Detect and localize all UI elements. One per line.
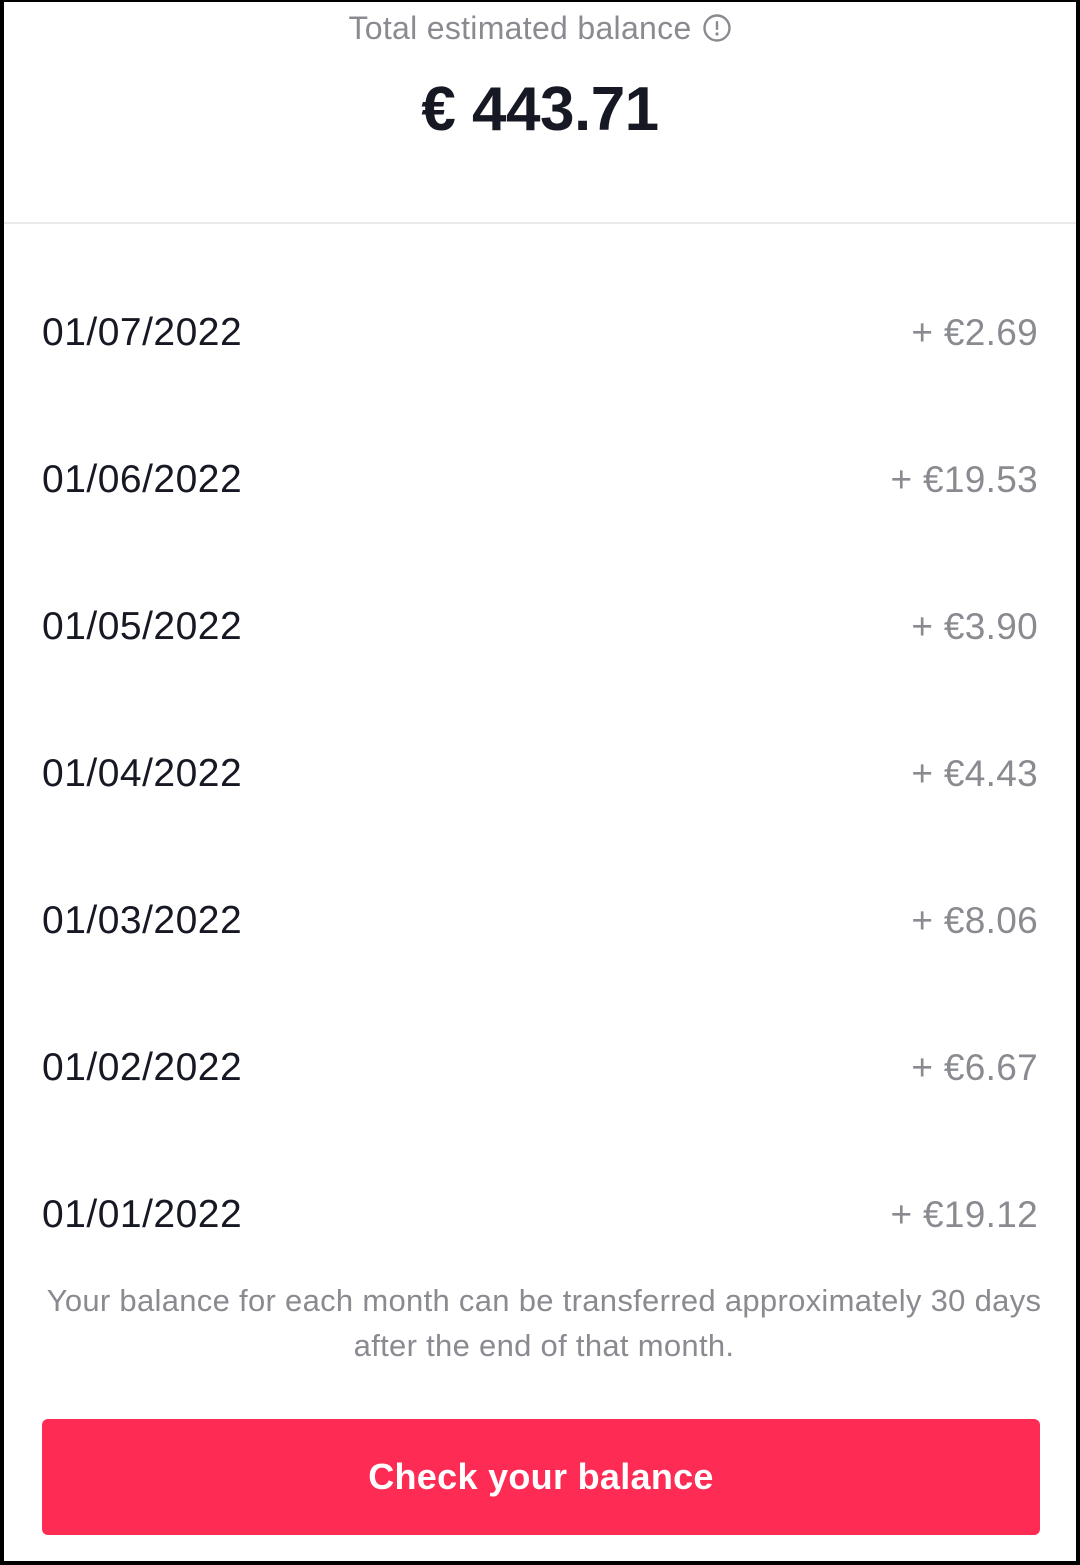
transfer-note: Your balance for each month can be trans… xyxy=(46,1283,1042,1363)
balance-row-date: 01/01/2022 xyxy=(42,1193,243,1236)
balance-row: 01/03/2022 + €8.06 xyxy=(42,891,1038,951)
balance-row-amount: + €4.43 xyxy=(911,753,1038,794)
balance-header: Total estimated balance € 443.71 xyxy=(4,2,1076,224)
balance-row-date: 01/03/2022 xyxy=(42,899,243,942)
balance-row-date: 01/04/2022 xyxy=(42,752,243,795)
balance-row-amount: + €19.53 xyxy=(890,459,1038,500)
balance-row: 01/02/2022 + €6.67 xyxy=(42,1038,1038,1098)
balance-row-amount: + €8.06 xyxy=(911,900,1038,941)
balance-row-date: 01/06/2022 xyxy=(42,458,243,501)
balance-row-amount: + €19.12 xyxy=(890,1194,1038,1235)
balance-row-date: 01/05/2022 xyxy=(42,605,243,648)
balance-row: 01/07/2022 + €2.69 xyxy=(42,303,1038,363)
total-balance-amount: € 443.71 xyxy=(421,75,659,144)
total-balance-label: Total estimated balance xyxy=(348,10,692,46)
balance-row-amount: + €3.90 xyxy=(911,606,1038,647)
balance-row-date: 01/07/2022 xyxy=(42,311,243,354)
info-circle-icon[interactable] xyxy=(702,13,732,43)
balance-row-amount: + €2.69 xyxy=(911,312,1038,353)
total-label-row: Total estimated balance xyxy=(4,10,1076,47)
screen-frame: Total estimated balance € 443.71 01/07/2… xyxy=(0,0,1080,1565)
balance-row: 01/05/2022 + €3.90 xyxy=(42,597,1038,657)
balance-row-amount: + €6.67 xyxy=(911,1047,1038,1088)
balance-row-date: 01/02/2022 xyxy=(42,1046,243,1089)
check-balance-button[interactable]: Check your balance xyxy=(42,1419,1040,1535)
balance-row: 01/04/2022 + €4.43 xyxy=(42,744,1038,804)
balance-row: 01/01/2022 + €19.12 xyxy=(42,1185,1038,1245)
balance-row: 01/06/2022 + €19.53 xyxy=(42,450,1038,510)
